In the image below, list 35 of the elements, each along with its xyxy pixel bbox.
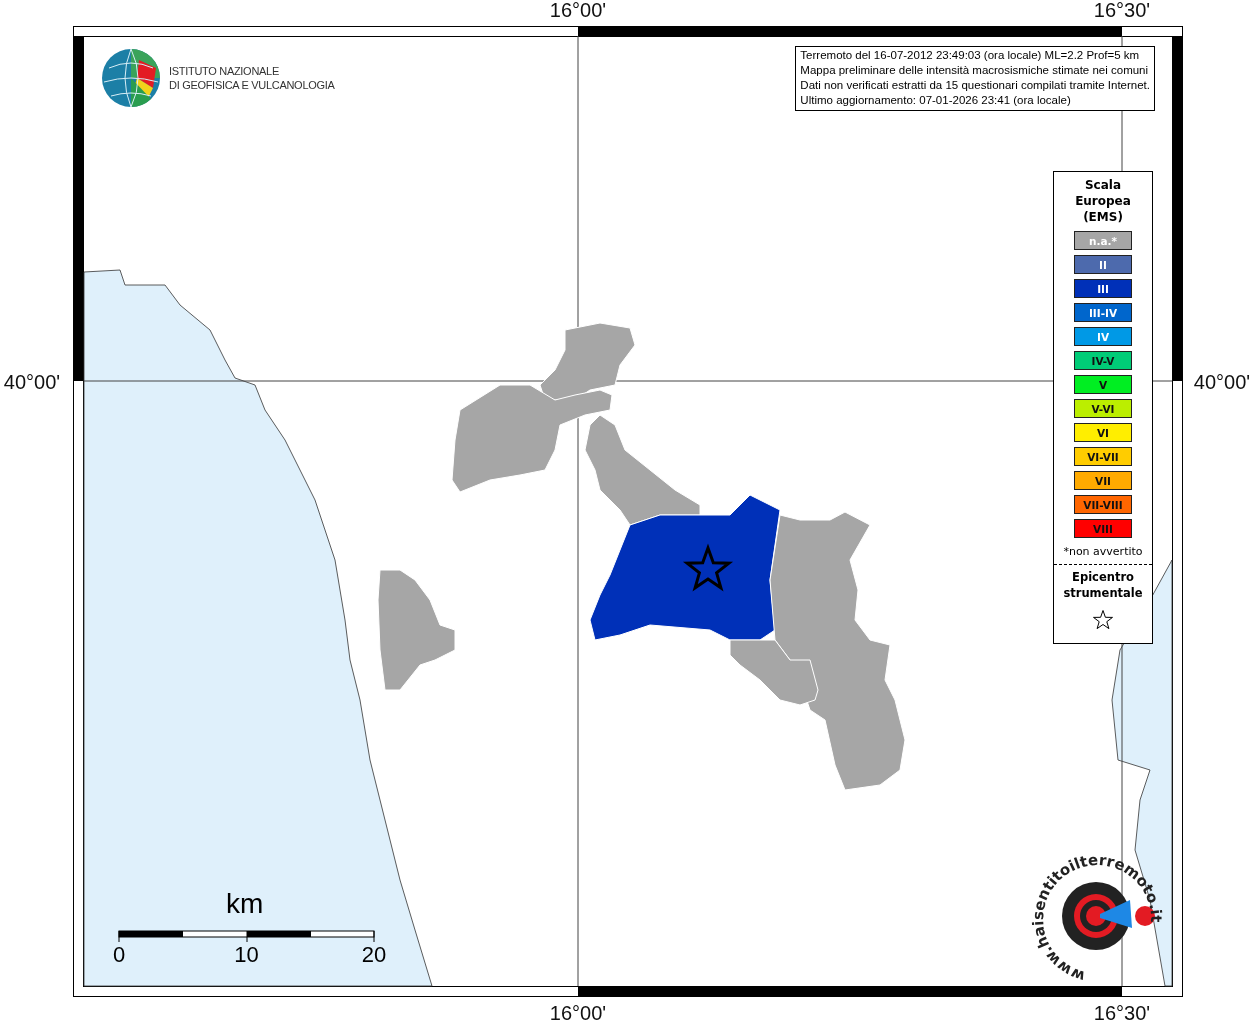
intensity-swatch: II <box>1074 255 1132 274</box>
info-text: Ultimo aggiornamento: 07-01-2026 23:41 (ora locale) <box>800 93 1072 108</box>
legend-title: Scala Europea (EMS) <box>1074 177 1132 225</box>
longitude-label: 16°30' <box>1093 0 1151 22</box>
intensity-swatch: n.a.* <box>1074 231 1132 250</box>
star-icon <box>1092 609 1114 631</box>
intensity-swatch: VIII <box>1074 519 1132 538</box>
longitude-label: 16°00' <box>549 1001 607 1024</box>
institute-name: DI GEOFISICA E VULCANOLOGIA <box>169 78 335 92</box>
info-text: Terremoto del 16-07-2012 23:49:03 (ora locale) ML=2.2 Prof=5 km <box>800 48 1141 63</box>
legend-note: *non avvertito <box>1063 545 1143 558</box>
scale-tick-label: 0 <box>112 942 126 968</box>
longitude-label: 16°00' <box>549 0 607 22</box>
intensity-swatch: V <box>1074 375 1132 394</box>
intensity-swatch: VI <box>1074 423 1132 442</box>
intensity-swatch: VII-VIII <box>1074 495 1132 514</box>
info-text: Dati non verificati estratti da 15 questionari compilati tramite Internet. <box>800 78 1150 93</box>
scale-tick-label: 20 <box>361 942 387 968</box>
epicenter-label: Epicentro strumentale <box>1062 569 1144 601</box>
intensity-swatch: IV-V <box>1074 351 1132 370</box>
info-text: Mappa preliminare delle intensità macrosismiche stimate nei comuni <box>800 63 1150 78</box>
scale-tick-label: 10 <box>234 942 259 968</box>
latitude-label: 40°00' <box>1193 370 1251 394</box>
globe-logo-icon <box>101 48 161 108</box>
intensity-swatch: IV <box>1074 327 1132 346</box>
intensity-swatch: III <box>1074 279 1132 298</box>
star-icon <box>682 543 734 592</box>
intensity-swatch: VI-VII <box>1074 447 1132 466</box>
intensity-swatch: VII <box>1074 471 1132 490</box>
latitude-label: 40°00' <box>3 370 61 394</box>
intensity-swatch: III-IV <box>1074 303 1132 322</box>
longitude-label: 16°30' <box>1093 1001 1151 1024</box>
scale-unit: km <box>226 888 264 920</box>
intensity-swatch: V-VI <box>1074 399 1132 418</box>
institute-name: ISTITUTO NAZIONALE <box>169 64 280 78</box>
